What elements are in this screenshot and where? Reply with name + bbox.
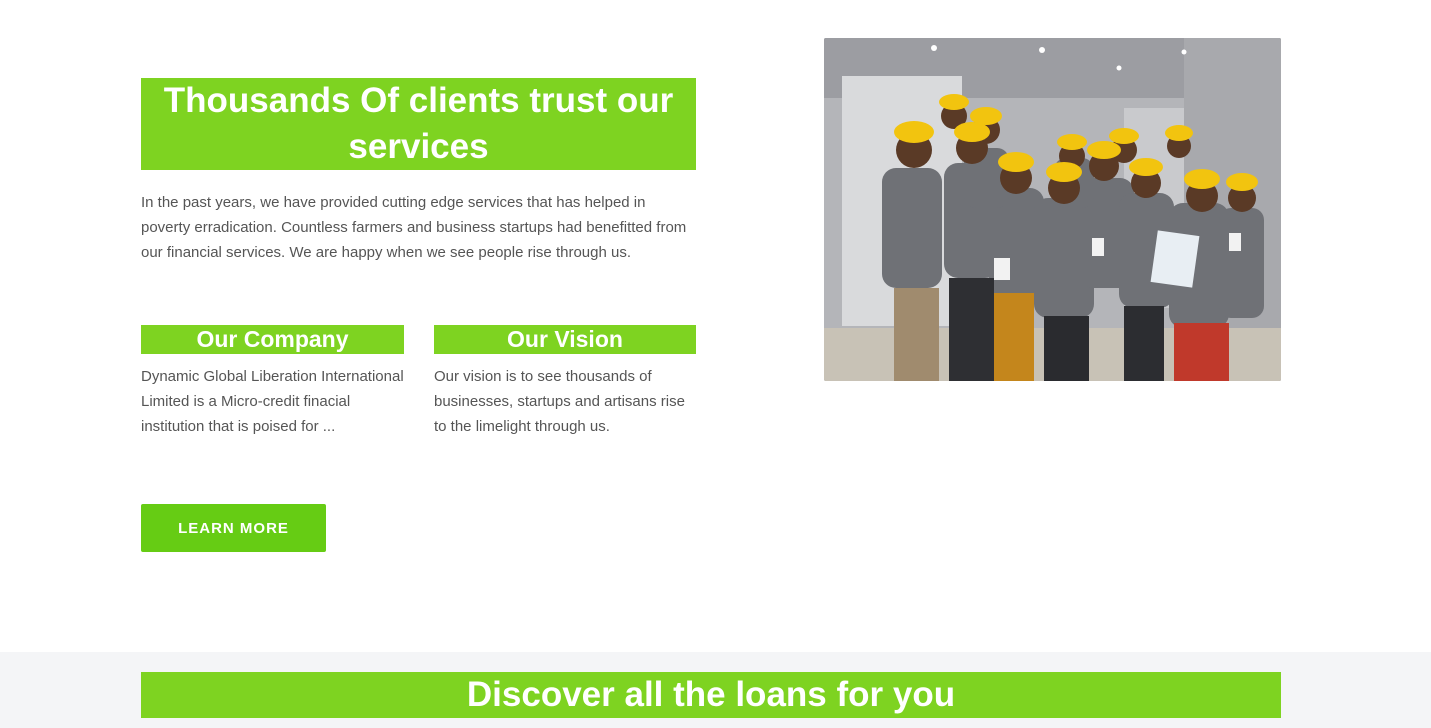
- team-photo-illustration: [824, 38, 1281, 381]
- team-photo: [824, 38, 1281, 381]
- page: Thousands Of clients trust our services …: [0, 0, 1431, 728]
- loans-title: Discover all the loans for you: [141, 672, 1281, 718]
- company-text: Dynamic Global Liberation International …: [141, 368, 404, 435]
- about-intro: In the past years, we have provided cutt…: [141, 194, 687, 261]
- vision-text: Our vision is to see thousands of busine…: [434, 368, 685, 435]
- learn-more-button[interactable]: LEARN MORE: [141, 504, 326, 552]
- company-heading: Our Company: [141, 325, 404, 354]
- vision-heading: Our Vision: [434, 325, 696, 354]
- about-title: Thousands Of clients trust our services: [141, 78, 696, 170]
